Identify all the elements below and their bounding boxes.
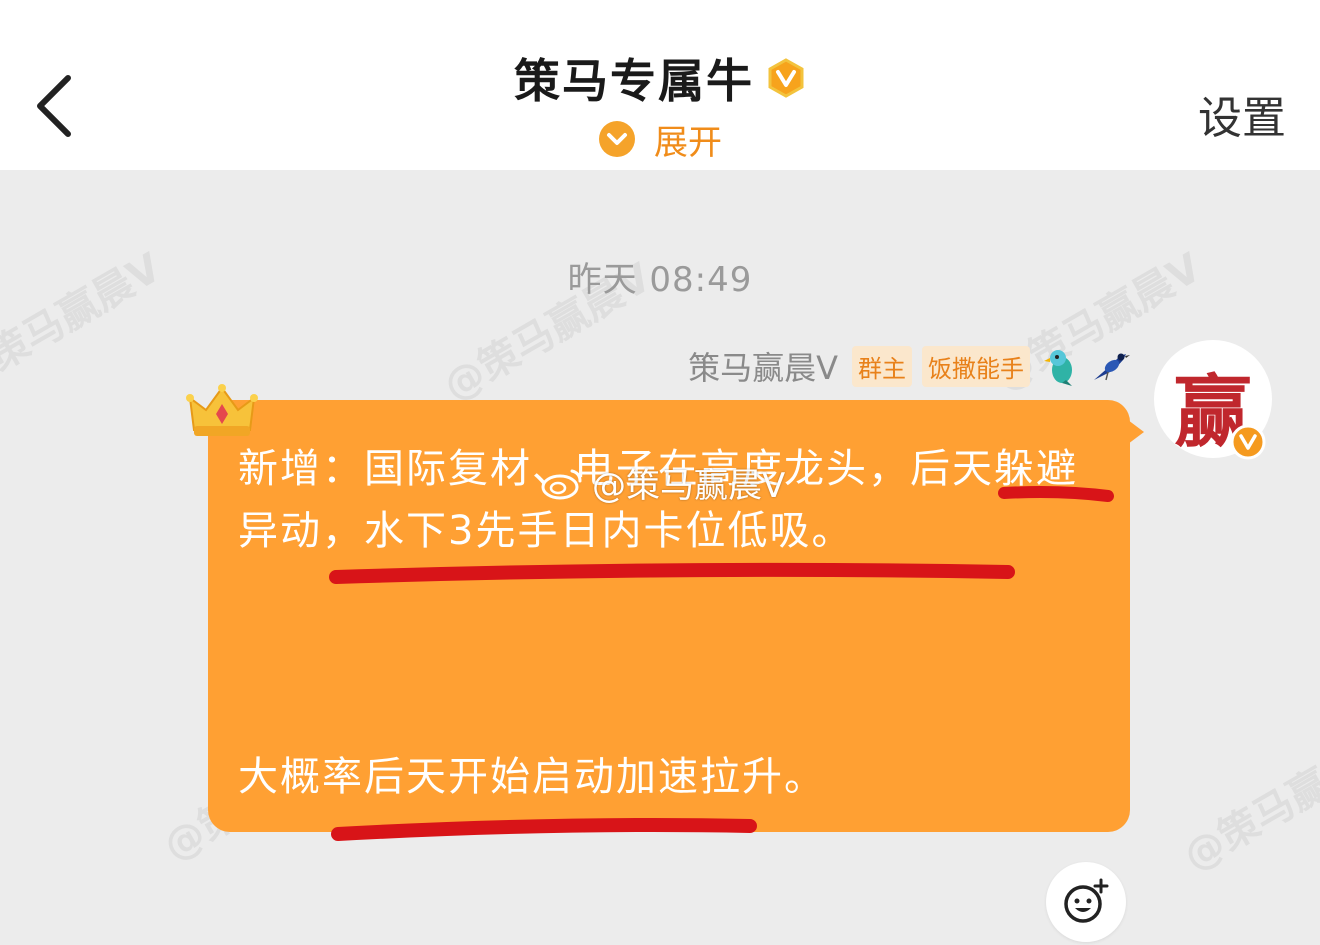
weibo-logo-icon (541, 469, 582, 499)
crown-icon (186, 384, 258, 436)
sender-name[interactable]: 策马赢晨V (688, 343, 838, 389)
add-reaction-button[interactable] (1046, 862, 1126, 942)
role-tag-owner: 群主 (852, 345, 912, 387)
parrot-badge-icon (1044, 350, 1072, 386)
message-timestamp: 昨天 08:49 (567, 260, 753, 300)
bubble-tail (1128, 420, 1144, 444)
expand-label: 展开 (654, 122, 722, 163)
weibo-watermark-text: @策马赢晨V (592, 466, 786, 506)
settings-button[interactable]: 设置 (1198, 82, 1286, 146)
sender-avatar[interactable]: 赢 (1154, 340, 1272, 460)
add-emoji-icon (1064, 878, 1109, 923)
role-tag-fan: 饭撒能手 (922, 345, 1030, 387)
magpie-badge-icon (1094, 353, 1130, 381)
verified-v-icon (1230, 424, 1266, 460)
chat-area[interactable]: @策马赢晨V @策马赢晨V @策马赢晨V @策马赢晨V @策马赢晨V 昨天 08… (0, 170, 1320, 945)
expand-toggle[interactable]: 展开 (0, 114, 1320, 164)
message-paragraph-2: 大概率后天开始启动加速拉升。 (238, 754, 826, 800)
vip-v-badge-icon (768, 58, 804, 98)
chat-header: 策马专属牛 展开 设置 (0, 0, 1320, 170)
watermark: @策马赢晨V (1175, 724, 1320, 881)
weibo-watermark: @策马赢晨V (540, 458, 785, 507)
sender-info: 策马赢晨V 群主 饭撒能手 (688, 344, 1130, 388)
title-row: 策马专属牛 (0, 46, 1320, 110)
page-title: 策马专属牛 (514, 54, 754, 108)
chevron-down-circle-icon (599, 121, 635, 157)
